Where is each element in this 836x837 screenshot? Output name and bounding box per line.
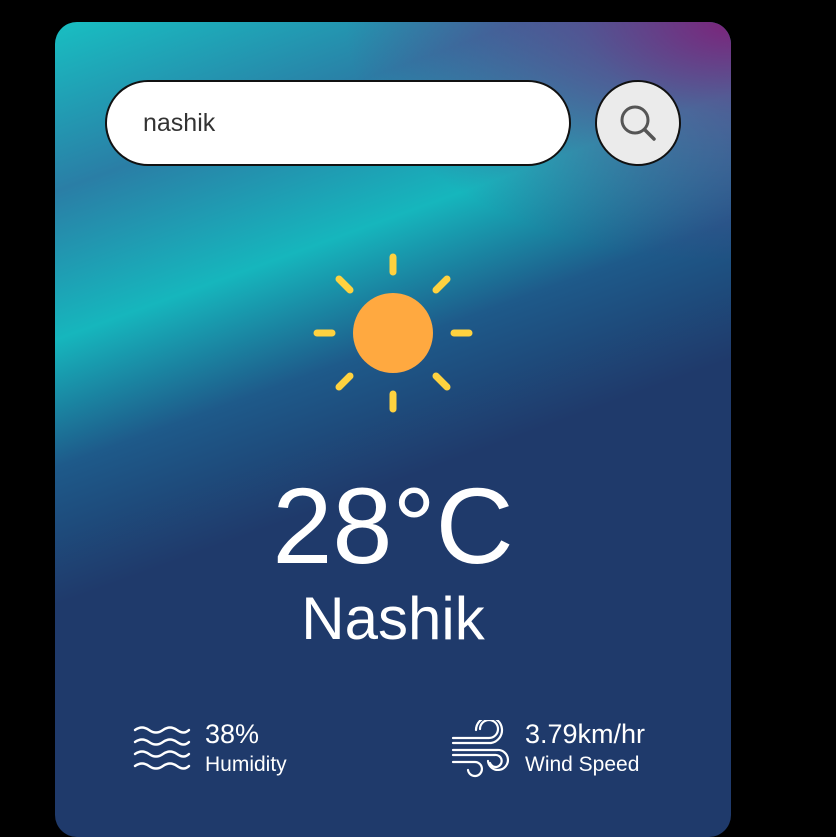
wind-icon bbox=[451, 720, 509, 778]
wind-value: 3.79km/hr bbox=[525, 719, 646, 749]
wind-stat: 3.79km/hr Wind Speed bbox=[451, 718, 645, 780]
humidity-stat: 38% Humidity bbox=[133, 718, 287, 780]
city-name: Nashik bbox=[301, 585, 485, 652]
search-button[interactable] bbox=[595, 80, 681, 166]
humidity-waves-icon bbox=[133, 726, 191, 770]
humidity-label: Humidity bbox=[205, 753, 287, 776]
humidity-value: 38% bbox=[205, 719, 260, 749]
temperature: 28°C bbox=[272, 465, 514, 586]
search-icon bbox=[620, 105, 656, 141]
weather-card: 28°C Nashik 38% Humidity bbox=[55, 22, 731, 837]
wind-label: Wind Speed bbox=[525, 753, 640, 776]
sun-icon bbox=[313, 253, 473, 413]
search-input[interactable] bbox=[105, 80, 571, 166]
